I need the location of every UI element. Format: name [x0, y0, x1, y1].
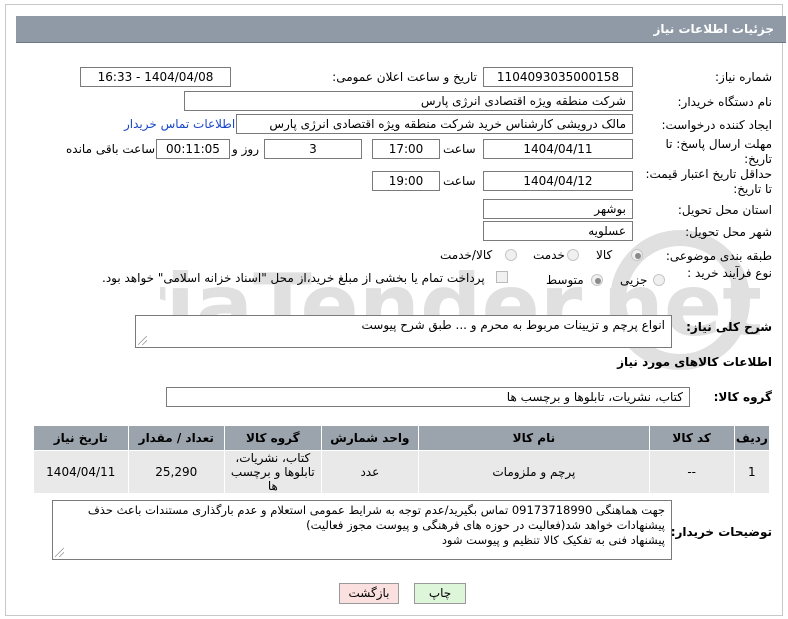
col-header-unit: واحد شمارش — [320, 425, 420, 451]
buyer-notes-textarea[interactable]: جهت هماهنگی 09173718990 تماس بگیرید/عدم … — [52, 500, 672, 560]
cell-goods-group: کتاب، نشریات، تابلوها و برچسب ها — [224, 450, 322, 494]
description-label: شرح کلی نیاز: — [686, 320, 772, 334]
province-label: استان محل تحویل: — [677, 203, 772, 217]
province-field[interactable]: بوشهر — [483, 199, 633, 219]
col-header-row-number: ردیف — [733, 425, 771, 451]
buyer-notes-line-3: پیشنهاد فنی به تفکیک کالا تنظیم و پیوست … — [441, 533, 665, 547]
category-option-goods-service: کالا/خدمت — [440, 248, 493, 262]
print-button[interactable]: چاپ — [414, 583, 466, 604]
cell-goods-code: -- — [648, 450, 735, 494]
need-number-label: شماره نیاز: — [715, 70, 772, 84]
buyer-notes-label: توضیحات خریدار: — [670, 525, 772, 539]
category-option-goods: کالا — [596, 248, 613, 262]
category-label: طبقه بندی موضوعی: — [665, 249, 772, 263]
col-header-goods-name: نام کالا — [418, 425, 650, 451]
process-radio-minor[interactable] — [653, 274, 665, 286]
need-number-field[interactable]: 1104093035000158 — [483, 67, 633, 87]
requester-label: ایجاد کننده درخواست: — [661, 118, 772, 132]
price-validity-date-field[interactable]: 1404/04/12 — [483, 171, 633, 191]
buyer-notes-line-2: پیشنهادات خواهد شد(فعالیت در حوزه های فر… — [306, 518, 665, 532]
buyer-org-label: نام دستگاه خریدار: — [677, 95, 773, 109]
goods-group-field[interactable]: کتاب، نشریات، تابلوها و برچسب ها — [166, 387, 690, 407]
time-remaining-field[interactable]: 00:11:05 — [156, 139, 230, 159]
process-option-minor: جزیی — [620, 273, 648, 287]
cell-need-date: 1404/04/11 — [33, 450, 129, 494]
resize-handle-icon[interactable] — [138, 336, 147, 345]
price-validity-label: حداقل تاریخ اعتبار قیمت: — [645, 167, 772, 181]
cell-row-number: 1 — [733, 450, 771, 494]
price-validity-time-field[interactable]: 19:00 — [372, 171, 440, 191]
buyer-notes-line-1: جهت هماهنگی 09173718990 تماس بگیرید/عدم … — [87, 503, 665, 517]
reply-date-field[interactable]: 1404/04/11 — [483, 139, 633, 159]
cell-unit: عدد — [320, 450, 420, 494]
reply-time-field[interactable]: 17:00 — [372, 139, 440, 159]
announce-datetime-field[interactable]: 1404/04/08 - 16:33 — [80, 67, 231, 87]
goods-table: ردیف کد کالا نام کالا واحد شمارش گروه کا… — [33, 425, 771, 494]
category-radio-goods-service[interactable] — [505, 249, 517, 261]
reply-deadline-label: مهلت ارسال پاسخ: تا — [665, 137, 772, 151]
days-label: روز و — [232, 142, 259, 156]
back-button[interactable]: بازگشت — [339, 583, 399, 604]
category-option-service: خدمت — [533, 248, 565, 262]
price-validity-time-label: ساعت — [443, 174, 476, 188]
announce-datetime-label: تاریخ و ساعت اعلان عمومی: — [332, 70, 477, 84]
table-row[interactable]: 1 -- پرچم و ملزومات عدد کتاب، نشریات، تا… — [33, 450, 771, 494]
description-text: انواع پرچم و تزیینات مربوط به محرم و ...… — [361, 318, 665, 332]
city-label: شهر محل تحویل: — [685, 225, 772, 239]
city-field[interactable]: عسلویه — [483, 221, 633, 241]
time-remaining-label: ساعت باقی مانده — [66, 142, 156, 156]
cell-quantity: 25,290 — [127, 450, 226, 494]
col-header-goods-group: گروه کالا — [224, 425, 322, 451]
panel-title: جزئیات اطلاعات نیاز — [653, 22, 774, 36]
process-option-medium: متوسط — [546, 273, 584, 287]
cell-goods-name: پرچم و ملزومات — [418, 450, 650, 494]
reply-deadline-label-2: تاریخ: — [744, 152, 772, 166]
buyer-org-field[interactable]: شرکت منطقه ویژه اقتصادی انرژی پارس — [184, 91, 633, 111]
col-header-quantity: تعداد / مقدار — [127, 425, 226, 451]
days-remaining-field[interactable]: 3 — [264, 139, 362, 159]
goods-section-title: اطلاعات کالاهای مورد نیاز — [617, 355, 772, 369]
treasury-bonds-checkbox[interactable] — [496, 271, 508, 283]
description-textarea[interactable]: انواع پرچم و تزیینات مربوط به محرم و ...… — [135, 315, 672, 348]
requester-field[interactable]: مالک درویشی کارشناس خرید شرکت منطقه ویژه… — [236, 114, 633, 134]
goods-group-label: گروه کالا: — [713, 390, 772, 404]
panel-header: جزئیات اطلاعات نیاز — [16, 16, 786, 43]
table-header-row: ردیف کد کالا نام کالا واحد شمارش گروه کا… — [33, 425, 771, 451]
buyer-contact-link[interactable]: اطلاعات تماس خریدار — [124, 117, 235, 131]
reply-time-label: ساعت — [443, 142, 476, 156]
price-validity-label-2: تا تاریخ: — [733, 182, 772, 196]
treasury-bonds-text: پرداخت تمام یا بخشی از مبلغ خرید،از محل … — [102, 271, 485, 285]
category-radio-goods[interactable] — [631, 249, 643, 261]
purchase-process-label: نوع فرآیند خرید : — [687, 266, 772, 280]
process-radio-medium[interactable] — [591, 274, 603, 286]
resize-handle-icon[interactable] — [55, 548, 64, 557]
category-radio-service[interactable] — [567, 249, 579, 261]
col-header-need-date: تاریخ نیاز — [33, 425, 129, 451]
col-header-goods-code: کد کالا — [648, 425, 735, 451]
